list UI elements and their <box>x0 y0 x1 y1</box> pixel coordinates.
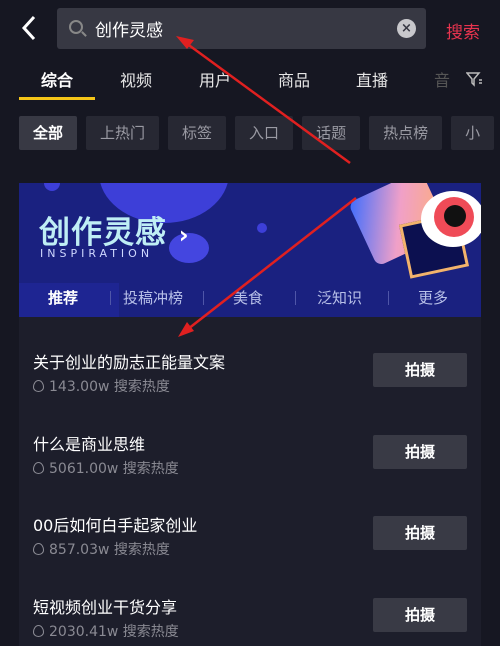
list-item[interactable]: 什么是商业思维 5061.00w 搜索热度 拍摄 <box>19 435 481 481</box>
item-heat: 2030.41w 搜索热度 <box>33 621 179 641</box>
divider <box>110 291 111 305</box>
shoot-button[interactable]: 拍摄 <box>373 598 467 632</box>
banner-title[interactable]: 创作灵感 › <box>39 207 190 252</box>
item-heat: 857.03w 搜索热度 <box>33 539 170 559</box>
chip-trending[interactable]: 上热门 <box>86 116 160 150</box>
tab-users[interactable]: 用户 <box>199 67 231 91</box>
item-title[interactable]: 00后如何白手起家创业 <box>33 512 197 536</box>
fire-icon <box>33 543 44 555</box>
filter-chips: 全部 上热门 标签 入口 话题 热点榜小 <box>19 116 500 150</box>
divider <box>295 291 296 305</box>
banner-tabs: 推荐 投稿冲榜 美食 泛知识 更多 <box>19 283 481 317</box>
item-title[interactable]: 关于创业的励志正能量文案 <box>33 349 225 373</box>
chip-tags[interactable]: 标签 <box>168 116 227 150</box>
banner-tab-more[interactable]: 更多 <box>418 287 448 308</box>
item-title[interactable]: 短视频创业干货分享 <box>33 594 177 618</box>
list-item[interactable]: 00后如何白手起家创业 857.03w 搜索热度 拍摄 <box>19 516 481 562</box>
fire-icon <box>33 462 44 474</box>
search-bar[interactable]: × <box>57 8 426 49</box>
chip-entry[interactable]: 入口 <box>235 116 294 150</box>
shoot-button[interactable]: 拍摄 <box>373 353 467 387</box>
chip-hot-list[interactable]: 热点榜 <box>369 116 443 150</box>
tab-all[interactable]: 综合 <box>18 67 96 100</box>
item-heat-text: 5061.00w 搜索热度 <box>49 461 179 477</box>
fire-icon <box>33 380 44 392</box>
tab-video[interactable]: 视频 <box>120 67 152 91</box>
tab-music[interactable]: 音 <box>434 67 450 91</box>
chevron-right-icon: › <box>178 221 190 249</box>
back-icon[interactable] <box>18 14 40 42</box>
item-heat: 5061.00w 搜索热度 <box>33 458 179 478</box>
shoot-button[interactable]: 拍摄 <box>373 435 467 469</box>
item-heat-text: 857.03w 搜索热度 <box>49 542 170 558</box>
chip-more[interactable]: 小 <box>451 116 495 150</box>
filter-icon[interactable] <box>466 71 482 87</box>
search-button[interactable]: 搜索 <box>446 18 480 43</box>
eye-pupil <box>444 205 466 227</box>
clear-icon[interactable]: × <box>397 19 416 38</box>
divider <box>203 291 204 305</box>
item-title[interactable]: 什么是商业思维 <box>33 431 145 455</box>
search-input[interactable] <box>95 8 395 49</box>
decor-dot <box>257 223 267 233</box>
banner-tab-food[interactable]: 美食 <box>233 287 263 308</box>
search-icon <box>69 20 83 34</box>
decor-dot <box>44 183 60 191</box>
chip-all[interactable]: 全部 <box>19 116 78 150</box>
fire-icon <box>33 625 44 637</box>
inspiration-card: 创作灵感 › INSPIRATION 推荐 投稿冲榜 美食 泛知识 更多 关于创… <box>19 183 481 646</box>
category-tabs: 综合 视频 用户 商品 直播 音 <box>0 67 500 101</box>
item-heat: 143.00w 搜索热度 <box>33 376 170 396</box>
shoot-button[interactable]: 拍摄 <box>373 516 467 550</box>
banner-tab-recommend[interactable]: 推荐 <box>48 287 78 308</box>
item-heat-text: 2030.41w 搜索热度 <box>49 624 179 640</box>
list-item[interactable]: 短视频创业干货分享 2030.41w 搜索热度 拍摄 <box>19 598 481 644</box>
chip-topics[interactable]: 话题 <box>302 116 361 150</box>
list-item[interactable]: 关于创业的励志正能量文案 143.00w 搜索热度 拍摄 <box>19 353 481 399</box>
inspiration-banner[interactable]: 创作灵感 › INSPIRATION 推荐 投稿冲榜 美食 泛知识 更多 <box>19 183 481 317</box>
banner-title-text: 创作灵感 <box>39 215 167 251</box>
tab-products[interactable]: 商品 <box>278 67 310 91</box>
banner-tab-submit[interactable]: 投稿冲榜 <box>123 287 183 308</box>
banner-subtitle: INSPIRATION <box>40 247 154 260</box>
item-heat-text: 143.00w 搜索热度 <box>49 379 170 395</box>
tab-live[interactable]: 直播 <box>356 67 388 91</box>
banner-tab-knowledge[interactable]: 泛知识 <box>317 287 362 308</box>
divider <box>388 291 389 305</box>
